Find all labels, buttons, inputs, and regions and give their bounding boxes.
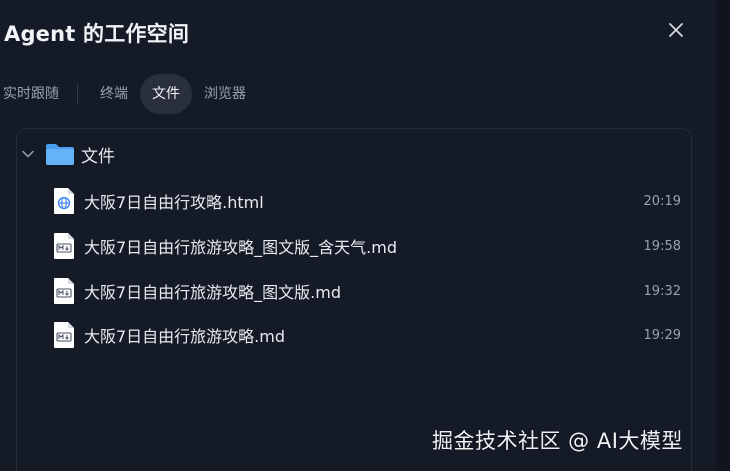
panel-title: Agent 的工作空间 xyxy=(4,22,190,46)
markdown-file-icon xyxy=(52,232,76,260)
file-time: 19:58 xyxy=(643,238,681,254)
markdown-file-icon xyxy=(52,277,76,305)
tab-terminal[interactable]: 终端 xyxy=(88,74,140,114)
file-name: 大阪7日自由行旅游攻略_图文版_含天气.md xyxy=(84,238,398,257)
file-row[interactable]: 大阪7日自由行旅游攻略.md 19:29 xyxy=(17,317,691,353)
scrollbar-track[interactable] xyxy=(716,0,730,471)
file-row[interactable]: 大阪7日自由行旅游攻略_图文版_含天气.md 19:58 xyxy=(17,228,691,264)
tab-bar: 实时跟随 终端 文件 浏览器 xyxy=(0,74,258,114)
html-file-icon xyxy=(52,187,76,215)
file-name: 大阪7日自由行攻略.html xyxy=(84,193,264,212)
chevron-down-icon[interactable] xyxy=(19,145,37,163)
agent-workspace-panel: Agent 的工作空间 实时跟随 终端 文件 浏览器 文件 大阪7日自由行攻略.… xyxy=(0,0,716,471)
tab-live-follow[interactable]: 实时跟随 xyxy=(0,74,71,114)
file-row[interactable]: 大阪7日自由行攻略.html 20:19 xyxy=(17,183,691,219)
watermark: 掘金技术社区 @ AI大模型 xyxy=(432,429,683,453)
folder-label: 文件 xyxy=(81,146,115,167)
file-tree: 文件 大阪7日自由行攻略.html 20:19 大阪7日自由行旅游攻略_图文版_… xyxy=(16,128,692,471)
close-icon xyxy=(668,22,684,42)
file-name: 大阪7日自由行旅游攻略.md xyxy=(84,327,286,346)
file-time: 19:32 xyxy=(643,283,681,299)
tab-files[interactable]: 文件 xyxy=(140,74,192,114)
file-row[interactable]: 大阪7日自由行旅游攻略_图文版.md 19:32 xyxy=(17,273,691,309)
panel-header: Agent 的工作空间 xyxy=(4,18,189,48)
tab-divider xyxy=(77,84,78,104)
folder-icon xyxy=(45,142,75,166)
file-name: 大阪7日自由行旅游攻略_图文版.md xyxy=(84,283,342,302)
folder-row[interactable]: 文件 xyxy=(17,137,691,171)
close-button[interactable] xyxy=(662,18,690,46)
file-time: 19:29 xyxy=(643,327,681,343)
file-time: 20:19 xyxy=(643,193,681,209)
tab-browser[interactable]: 浏览器 xyxy=(192,74,258,114)
markdown-file-icon xyxy=(52,321,76,349)
